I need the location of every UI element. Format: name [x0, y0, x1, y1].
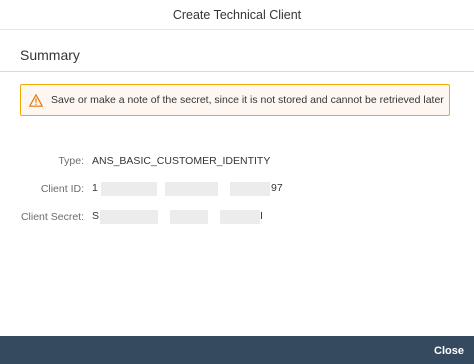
section-title: Summary	[20, 47, 80, 63]
client-secret-visible-prefix: S	[92, 210, 100, 222]
redaction-mask	[220, 210, 260, 224]
client-id-value: 1 97	[92, 182, 292, 196]
client-secret-visible-suffix: I	[260, 210, 263, 222]
create-technical-client-dialog: Create Technical Client Summary Save or …	[0, 0, 474, 364]
type-value: ANS_BASIC_CUSTOMER_IDENTITY	[92, 155, 271, 167]
redaction-mask	[101, 182, 157, 196]
dialog-footer: Close	[0, 336, 474, 364]
client-secret-label: Client Secret:	[20, 211, 84, 223]
redaction-mask	[230, 182, 270, 196]
dialog-header: Create Technical Client	[0, 0, 474, 30]
client-id-visible-prefix: 1	[92, 182, 98, 194]
redaction-mask	[100, 210, 158, 224]
redaction-mask	[170, 210, 208, 224]
warning-message-strip: Save or make a note of the secret, since…	[20, 84, 450, 116]
client-secret-value: S I	[92, 210, 292, 224]
client-id-label: Client ID:	[40, 183, 84, 195]
type-label: Type:	[58, 155, 84, 167]
redaction-mask	[165, 182, 218, 196]
type-row: Type: ANS_BASIC_CUSTOMER_IDENTITY	[0, 153, 270, 169]
summary-section-header: Summary	[0, 30, 474, 72]
client-id-visible-suffix: 97	[271, 182, 283, 194]
close-button[interactable]: Close	[434, 345, 464, 357]
client-secret-row: Client Secret: S I	[0, 209, 292, 225]
dialog-title: Create Technical Client	[172, 7, 302, 22]
client-id-row: Client ID: 1 97	[0, 181, 292, 197]
warning-icon	[29, 93, 43, 107]
warning-text: Save or make a note of the secret, since…	[51, 94, 444, 106]
